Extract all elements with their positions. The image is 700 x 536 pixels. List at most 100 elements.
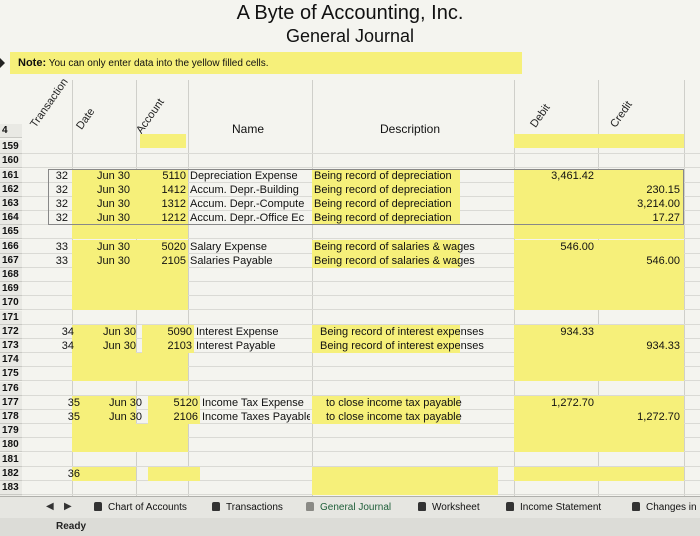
- transaction-cell[interactable]: 35: [56, 410, 80, 424]
- empty-debit-cell[interactable]: [514, 424, 598, 438]
- credit-cell[interactable]: 1,272.70: [598, 410, 680, 424]
- empty-date-cell[interactable]: [72, 438, 136, 452]
- empty-credit-cell[interactable]: [598, 282, 684, 296]
- debit-input-cell[interactable]: [514, 134, 598, 148]
- credit-cell[interactable]: 546.00: [598, 254, 680, 268]
- empty-debit-cell[interactable]: [514, 367, 598, 381]
- row-header: 162: [0, 183, 22, 197]
- debit-cell[interactable]: [514, 410, 594, 424]
- empty-date-cell[interactable]: [72, 296, 136, 310]
- empty-account-cell[interactable]: [136, 353, 188, 367]
- row-header: 174: [0, 353, 22, 367]
- credit-cell[interactable]: [598, 467, 680, 481]
- empty-debit-cell[interactable]: [514, 225, 598, 239]
- debit-cell[interactable]: [514, 254, 594, 268]
- account-cell[interactable]: 5020: [152, 240, 186, 254]
- transaction-cell[interactable]: 33: [44, 254, 68, 268]
- tab-general-journal[interactable]: General Journal: [306, 499, 391, 517]
- date-cell[interactable]: Jun 30: [94, 396, 142, 410]
- description-cell[interactable]: Being record of salaries & wages: [314, 240, 510, 254]
- empty-debit-cell[interactable]: [514, 282, 598, 296]
- empty-date-cell[interactable]: [72, 268, 136, 282]
- empty-date-cell[interactable]: [72, 282, 136, 296]
- empty-credit-cell[interactable]: [598, 438, 684, 452]
- empty-description-cell[interactable]: [312, 467, 498, 481]
- description-cell[interactable]: Being record of interest expenses: [320, 339, 516, 353]
- lock-icon: [418, 502, 426, 511]
- date-cell[interactable]: Jun 30: [82, 240, 130, 254]
- description-cell[interactable]: Being record of salaries & wages: [314, 254, 510, 268]
- date-cell[interactable]: Jun 30: [88, 325, 136, 339]
- row-header: 163: [0, 197, 22, 211]
- empty-date-cell[interactable]: [72, 353, 136, 367]
- debit-cell[interactable]: [514, 467, 594, 481]
- empty-credit-cell[interactable]: [598, 367, 684, 381]
- lock-icon: [506, 502, 514, 511]
- empty-account-cell[interactable]: [136, 424, 188, 438]
- empty-description-cell[interactable]: [312, 481, 498, 495]
- lock-icon: [212, 502, 220, 511]
- account-cell[interactable]: 2103: [158, 339, 192, 353]
- transaction-cell[interactable]: 34: [50, 325, 74, 339]
- debit-cell[interactable]: 934.33: [514, 325, 594, 339]
- date-cell[interactable]: Jun 30: [82, 254, 130, 268]
- credit-cell[interactable]: 934.33: [598, 339, 680, 353]
- debit-cell[interactable]: 1,272.70: [514, 396, 594, 410]
- credit-cell[interactable]: [598, 240, 680, 254]
- empty-credit-cell[interactable]: [598, 296, 684, 310]
- account-input-cell[interactable]: [140, 134, 186, 148]
- row-header: 175: [0, 367, 22, 381]
- empty-account-cell[interactable]: [136, 296, 188, 310]
- note-label: Note:: [18, 57, 47, 69]
- debit-cell[interactable]: 546.00: [514, 240, 594, 254]
- empty-debit-cell[interactable]: [514, 296, 598, 310]
- transaction-cell[interactable]: 35: [56, 396, 80, 410]
- row-header: 176: [0, 382, 22, 396]
- transaction-cell[interactable]: 36: [56, 467, 80, 481]
- row-header: 180: [0, 438, 22, 452]
- empty-account-cell[interactable]: [136, 268, 188, 282]
- account-cell[interactable]: 5120: [164, 396, 198, 410]
- row-header: 168: [0, 268, 22, 282]
- empty-date-cell[interactable]: [72, 424, 136, 438]
- empty-credit-cell[interactable]: [598, 225, 684, 239]
- tab-worksheet[interactable]: Worksheet: [418, 499, 480, 517]
- empty-debit-cell[interactable]: [514, 353, 598, 367]
- transaction-cell[interactable]: 34: [50, 339, 74, 353]
- tab-transactions[interactable]: Transactions: [212, 499, 283, 517]
- empty-date-cell[interactable]: [72, 225, 136, 239]
- account-cell[interactable]: 2105: [152, 254, 186, 268]
- empty-account-cell[interactable]: [136, 282, 188, 296]
- credit-cell[interactable]: [598, 396, 680, 410]
- empty-credit-cell[interactable]: [598, 268, 684, 282]
- row-header: 169: [0, 282, 22, 296]
- empty-account-cell[interactable]: [136, 225, 188, 239]
- empty-credit-cell[interactable]: [598, 424, 684, 438]
- credit-cell[interactable]: [598, 325, 680, 339]
- account-cell[interactable]: [164, 467, 198, 481]
- tab-chart-of-accounts[interactable]: Chart of Accounts: [94, 499, 187, 517]
- date-cell[interactable]: [94, 467, 142, 481]
- empty-debit-cell[interactable]: [514, 268, 598, 282]
- tab-income-statement[interactable]: Income Statement: [506, 499, 601, 517]
- spreadsheet-sheet: A Byte of Accounting, Inc. General Journ…: [0, 0, 700, 496]
- empty-account-cell[interactable]: [136, 438, 188, 452]
- debit-cell[interactable]: [514, 339, 594, 353]
- row-header: 160: [0, 154, 22, 168]
- account-cell[interactable]: 5090: [158, 325, 192, 339]
- empty-debit-cell[interactable]: [514, 438, 598, 452]
- empty-account-cell[interactable]: [136, 367, 188, 381]
- empty-date-cell[interactable]: [72, 367, 136, 381]
- prev-sheet-icon[interactable]: ◀: [46, 501, 54, 512]
- description-cell[interactable]: to close income tax payable: [326, 396, 522, 410]
- tab-changes-in[interactable]: Changes in: [632, 499, 697, 517]
- empty-credit-cell[interactable]: [598, 353, 684, 367]
- transaction-cell[interactable]: 33: [44, 240, 68, 254]
- account-cell[interactable]: 2106: [164, 410, 198, 424]
- description-cell[interactable]: to close income tax payable: [326, 410, 522, 424]
- description-cell[interactable]: Being record of interest expenses: [320, 325, 516, 339]
- date-cell[interactable]: Jun 30: [88, 339, 136, 353]
- credit-input-cell[interactable]: [598, 134, 684, 148]
- next-sheet-icon[interactable]: ▶: [64, 501, 72, 512]
- date-cell[interactable]: Jun 30: [94, 410, 142, 424]
